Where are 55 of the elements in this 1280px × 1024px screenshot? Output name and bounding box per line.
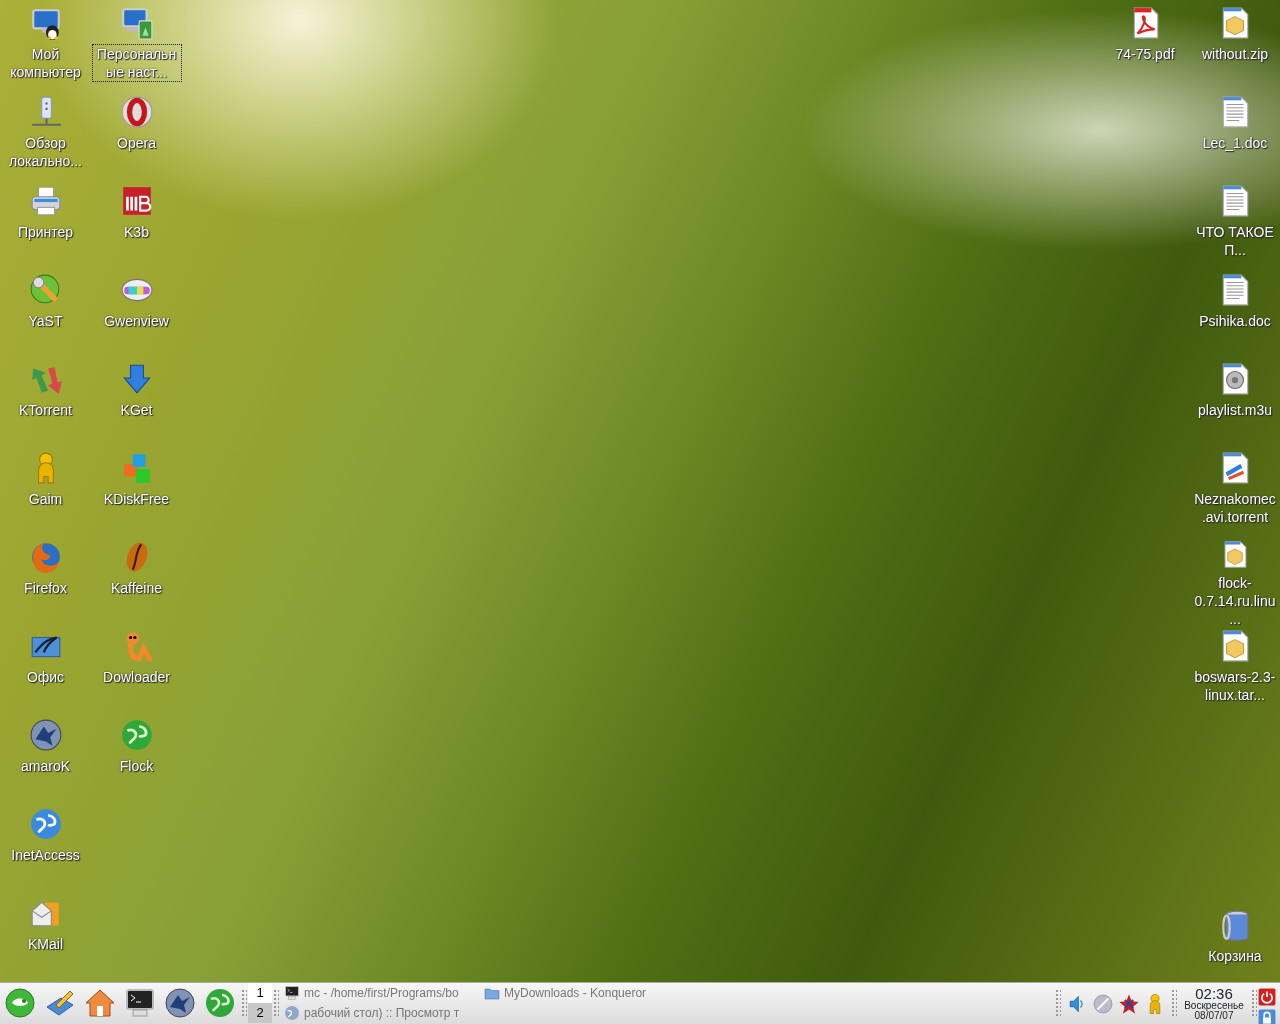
icon-label[interactable]: Принтер: [14, 222, 77, 242]
icon-label[interactable]: amaroK: [18, 756, 73, 776]
icon-label[interactable]: K3b: [121, 222, 152, 242]
globe-icon: [284, 1005, 300, 1021]
icon-label[interactable]: KTorrent: [16, 400, 75, 420]
globe-icon[interactable]: [119, 718, 154, 752]
task-button[interactable]: рабочий стол) :: Просмотр т: [280, 1003, 480, 1023]
clock-time: 02:36: [1195, 986, 1233, 1001]
icon-label[interactable]: Flock: [116, 756, 157, 776]
icon-label[interactable]: Neznakomec.avi.torrent: [1190, 489, 1280, 527]
folder-icon: [484, 985, 500, 1001]
desktop-pager-button[interactable]: 1: [248, 983, 272, 1003]
icon-label[interactable]: Psihika.doc: [1196, 311, 1274, 331]
icon-label[interactable]: Gwenview: [101, 311, 172, 331]
globe-icon[interactable]: [28, 807, 63, 841]
clock-day: Воскресенье: [1178, 1001, 1250, 1011]
icon-label[interactable]: Персональные наст...: [91, 44, 182, 82]
ring-icon[interactable]: [119, 95, 154, 129]
icon-label[interactable]: KGet: [117, 400, 156, 420]
icon-label[interactable]: without.zip: [1198, 44, 1272, 64]
icon-label[interactable]: Обзор локально...: [0, 133, 91, 171]
monitor-icon[interactable]: [119, 6, 154, 40]
icon-label[interactable]: InetAccess: [8, 845, 83, 865]
terminal-icon: [124, 987, 156, 1019]
clock-date: 08/07/07: [1194, 1011, 1234, 1021]
icon-label[interactable]: Корзина: [1205, 946, 1265, 966]
power-icon: [1258, 988, 1276, 1006]
icon-label[interactable]: Lec_1.doc: [1199, 133, 1271, 153]
wolf-icon[interactable]: [28, 718, 63, 752]
icon-label[interactable]: KMail: [25, 934, 66, 954]
icon-label[interactable]: Kaffeine: [107, 578, 166, 598]
icon-label[interactable]: flock-0.7.14.ru.linu...: [1190, 573, 1280, 629]
icon-label[interactable]: Dowloader: [100, 667, 173, 687]
icon-label[interactable]: Gaim: [25, 489, 66, 509]
desktop-pager-button[interactable]: 2: [248, 1003, 272, 1023]
lock-icon: [1258, 1008, 1276, 1024]
icon-label[interactable]: Opera: [114, 133, 159, 153]
icon-label[interactable]: boswars-2.3-linux.tar...: [1190, 667, 1280, 705]
icon-label[interactable]: YaST: [25, 311, 66, 331]
clock[interactable]: 02:36 Воскресенье 08/07/07: [1178, 983, 1250, 1024]
globe-icon: [204, 987, 236, 1019]
task-button[interactable]: MyDownloads - Konqueror: [480, 983, 700, 1003]
terminal-icon: [284, 985, 300, 1001]
icon-label[interactable]: KDiskFree: [100, 489, 173, 509]
icon-label[interactable]: Мой компьютер: [0, 44, 91, 82]
home-icon: [84, 987, 116, 1019]
icon-label[interactable]: Офис: [23, 667, 68, 687]
icon-label[interactable]: playlist.m3u: [1195, 400, 1275, 420]
task-button[interactable]: mc - /home/first/Programs/bo: [280, 983, 480, 1003]
icon-label[interactable]: 74-75.pdf: [1112, 44, 1178, 64]
dish-icon: [1092, 992, 1114, 1015]
icon-label[interactable]: ЧТО ТАКОЕ П...: [1190, 222, 1280, 260]
icon-label[interactable]: Firefox: [21, 578, 70, 598]
wolf-icon: [164, 987, 196, 1019]
chameleon-icon: [4, 987, 36, 1019]
